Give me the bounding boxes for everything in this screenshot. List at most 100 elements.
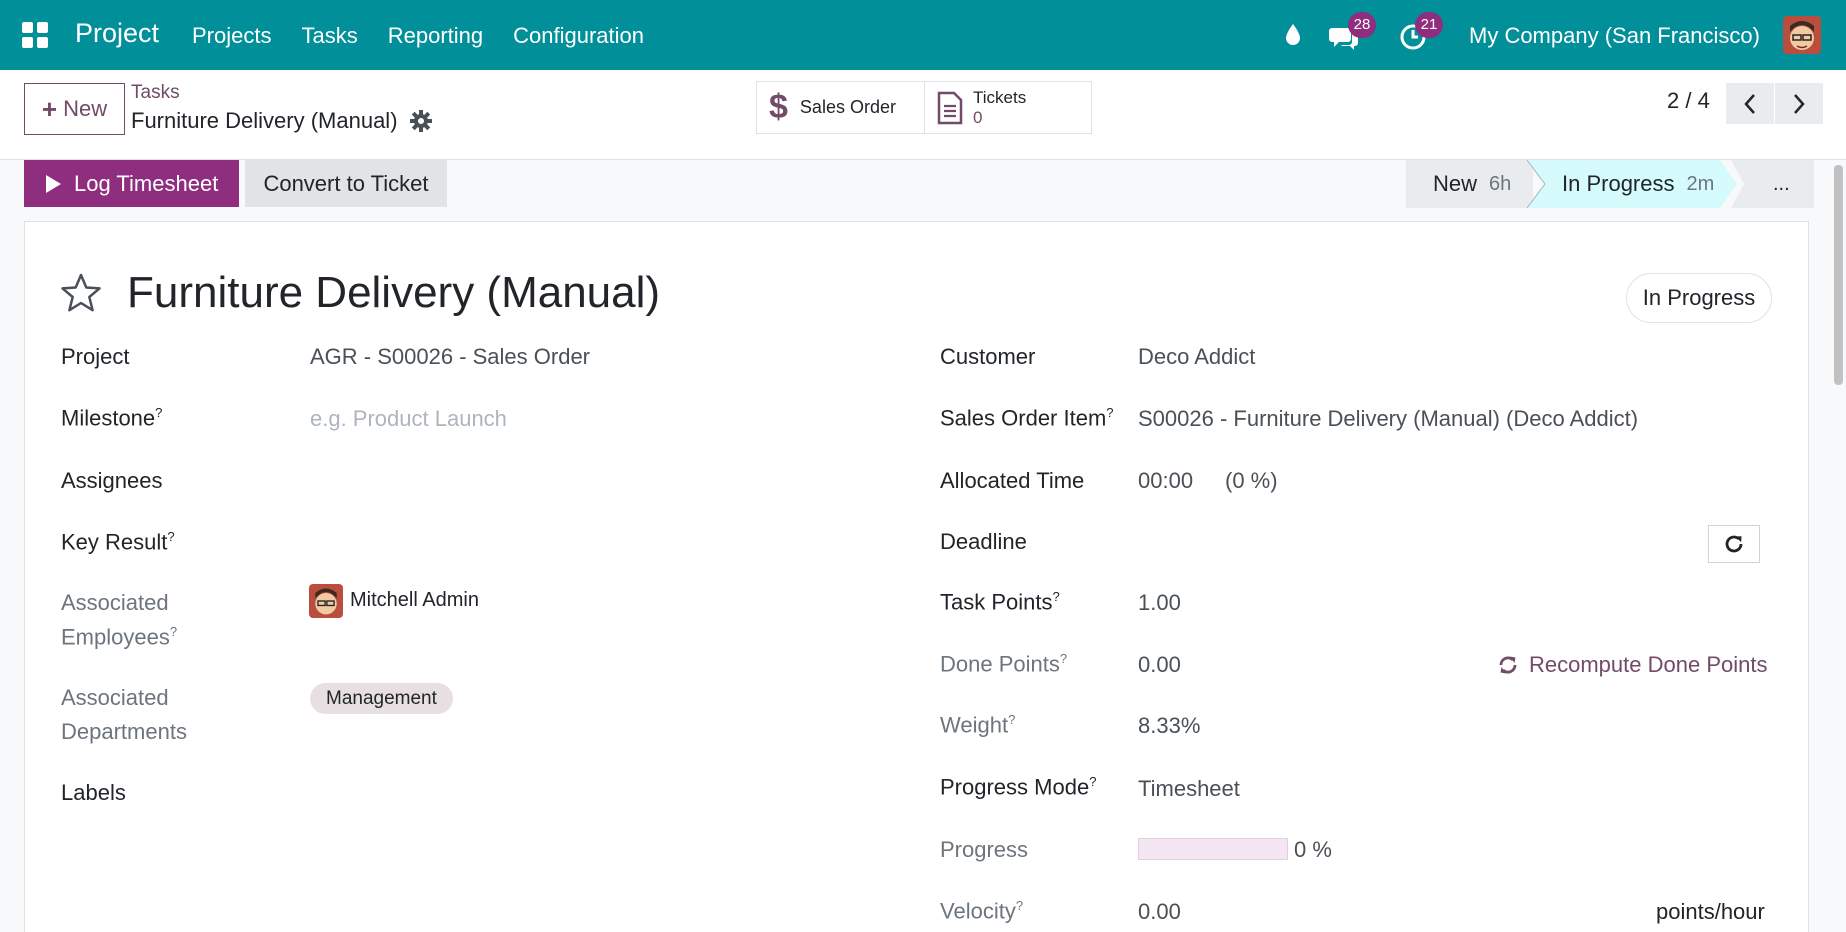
- play-icon: [46, 174, 61, 193]
- allocated-time-field[interactable]: 00:00: [1138, 468, 1193, 494]
- deadline-refresh-button[interactable]: [1708, 525, 1760, 563]
- chevron-right-icon: [1794, 93, 1805, 114]
- sales-order-label: Sales Order: [799, 97, 896, 117]
- star-icon[interactable]: [60, 272, 102, 319]
- menu-tasks[interactable]: Tasks: [301, 23, 357, 49]
- customer-field[interactable]: Deco Addict: [1138, 344, 1255, 370]
- gear-icon[interactable]: [410, 110, 432, 137]
- refresh-icon: [1725, 535, 1743, 553]
- sales-order-item-label: Sales Order Item?: [940, 405, 1114, 431]
- pager-next-button[interactable]: [1775, 83, 1823, 124]
- velocity-unit: points/hour: [1656, 899, 1765, 924]
- activity-clock-icon[interactable]: 21: [1398, 12, 1443, 60]
- control-panel: + New Tasks Furniture Delivery (Manual) …: [0, 70, 1846, 160]
- menu-configuration[interactable]: Configuration: [513, 23, 644, 49]
- progress-label: Progress: [940, 837, 1029, 862]
- help-icon[interactable]: ?: [1053, 589, 1060, 604]
- new-button-label: New: [63, 96, 108, 121]
- messages-icon[interactable]: 28: [1328, 12, 1376, 62]
- done-points-label-text: Done Points: [940, 651, 1060, 677]
- employee-name[interactable]: Mitchell Admin: [350, 589, 479, 612]
- help-icon[interactable]: ?: [167, 529, 174, 544]
- progress-mode-label-text: Progress Mode: [940, 774, 1090, 800]
- stage-divider: [1527, 160, 1546, 208]
- associated-employees-label-text: Employees: [61, 624, 170, 650]
- progress-bar: [1138, 838, 1288, 860]
- top-navbar: Project Projects Tasks Reporting Configu…: [0, 0, 1846, 70]
- menu-projects[interactable]: Projects: [192, 23, 271, 49]
- velocity-label: Velocity?: [940, 898, 1023, 924]
- associated-departments-label-line2: Departments: [61, 719, 187, 744]
- progress-mode-field[interactable]: Timesheet: [1138, 776, 1240, 802]
- smart-buttons: $ Sales Order Tickets 0: [756, 81, 1092, 134]
- tickets-label: Tickets: [973, 87, 1027, 107]
- deadline-label: Deadline: [940, 529, 1027, 554]
- recompute-label: Recompute Done Points: [1529, 652, 1768, 677]
- new-button[interactable]: + New: [24, 83, 125, 135]
- user-avatar[interactable]: [1783, 16, 1821, 54]
- velocity-value: 0.00: [1138, 899, 1181, 924]
- plus-icon: +: [41, 93, 58, 124]
- help-icon[interactable]: ?: [1060, 651, 1067, 666]
- task-state-badge[interactable]: In Progress: [1626, 273, 1772, 323]
- document-icon: [937, 91, 963, 124]
- main-menu: Projects Tasks Reporting Configuration: [192, 23, 674, 49]
- log-timesheet-button[interactable]: Log Timesheet: [24, 160, 239, 207]
- department-tag[interactable]: Management: [310, 683, 453, 714]
- weight-label-text: Weight: [940, 712, 1009, 738]
- scrollbar[interactable]: [1834, 165, 1843, 385]
- pager-value[interactable]: 2 / 4: [1667, 88, 1710, 114]
- apps-menu-icon[interactable]: [22, 22, 48, 48]
- customer-label: Customer: [940, 344, 1036, 369]
- breadcrumb-tasks[interactable]: Tasks: [131, 82, 180, 104]
- allocated-time-label: Allocated Time: [940, 468, 1085, 493]
- stage-new[interactable]: New 6h: [1406, 160, 1533, 208]
- task-title[interactable]: Furniture Delivery (Manual): [127, 268, 660, 318]
- done-points-value: 0.00: [1138, 652, 1181, 677]
- stage-in-progress-duration: 2m: [1686, 172, 1715, 195]
- drop-icon[interactable]: [1283, 22, 1303, 53]
- weight-value: 8.33%: [1138, 713, 1201, 738]
- help-icon[interactable]: ?: [155, 405, 162, 420]
- progress-mode-label: Progress Mode?: [940, 774, 1096, 800]
- task-points-field[interactable]: 1.00: [1138, 590, 1181, 616]
- stage-more-button[interactable]: ...: [1731, 160, 1814, 208]
- sales-order-item-field[interactable]: S00026 - Furniture Delivery (Manual) (De…: [1138, 406, 1638, 432]
- app-title[interactable]: Project: [75, 18, 159, 49]
- messages-badge: 28: [1348, 12, 1376, 38]
- associated-departments-label-line1: Associated: [61, 685, 169, 710]
- breadcrumb-current: Furniture Delivery (Manual): [131, 108, 398, 133]
- project-field[interactable]: AGR - S00026 - Sales Order: [310, 344, 590, 370]
- company-switcher[interactable]: My Company (San Francisco): [1469, 23, 1760, 49]
- employee-avatar: [309, 584, 343, 618]
- activities-badge: 21: [1415, 12, 1443, 38]
- menu-reporting[interactable]: Reporting: [388, 23, 483, 49]
- log-timesheet-label: Log Timesheet: [74, 170, 219, 196]
- task-points-label: Task Points?: [940, 589, 1060, 615]
- chevron-left-icon: [1744, 93, 1755, 114]
- refresh-icon: [1499, 656, 1517, 674]
- velocity-label-text: Velocity: [940, 898, 1016, 924]
- associated-employees-label-line1: Associated: [61, 590, 169, 615]
- task-points-label-text: Task Points: [940, 589, 1053, 615]
- stage-in-progress[interactable]: In Progress 2m: [1527, 160, 1737, 208]
- milestone-field[interactable]: e.g. Product Launch: [310, 406, 507, 432]
- help-icon[interactable]: ?: [1008, 712, 1015, 727]
- weight-label: Weight?: [940, 712, 1015, 738]
- done-points-label: Done Points?: [940, 651, 1067, 677]
- help-icon[interactable]: ?: [1106, 405, 1113, 420]
- tickets-button[interactable]: Tickets 0: [924, 81, 1092, 134]
- key-result-label: Key Result?: [61, 529, 175, 555]
- convert-to-ticket-button[interactable]: Convert to Ticket: [245, 160, 447, 207]
- pager-previous-button[interactable]: [1726, 83, 1774, 124]
- dollar-icon: $: [769, 88, 788, 126]
- assignees-label: Assignees: [61, 468, 163, 493]
- help-icon[interactable]: ?: [1089, 774, 1096, 789]
- key-result-label-text: Key Result: [61, 529, 168, 555]
- milestone-label-text: Milestone: [61, 405, 156, 431]
- recompute-done-points-button[interactable]: Recompute Done Points: [1497, 652, 1767, 678]
- tickets-count: 0: [973, 107, 983, 127]
- help-icon[interactable]: ?: [1016, 898, 1023, 913]
- help-icon[interactable]: ?: [170, 624, 177, 639]
- sales-order-button[interactable]: $ Sales Order: [756, 81, 925, 134]
